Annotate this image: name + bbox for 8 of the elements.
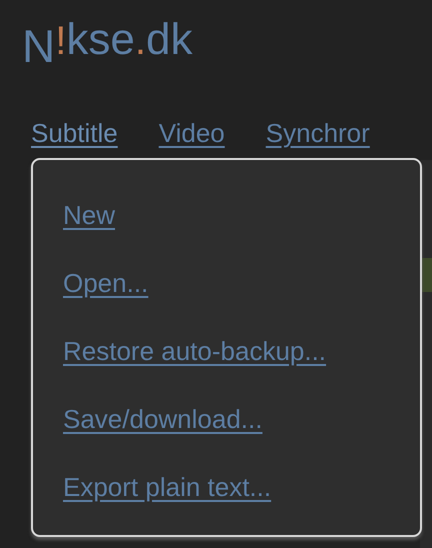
menu-item[interactable]: Open... xyxy=(63,268,420,298)
nav-link[interactable]: Video xyxy=(158,118,225,149)
menu-item[interactable]: New xyxy=(63,200,420,230)
menu-item[interactable]: Restore auto-backup... xyxy=(63,336,420,366)
menu-item[interactable]: Export plain text... xyxy=(63,472,420,502)
menu-item[interactable]: Save/download... xyxy=(63,404,420,434)
nav-link[interactable]: Synchror xyxy=(266,118,370,149)
nav-link[interactable]: Subtitle xyxy=(31,118,118,149)
